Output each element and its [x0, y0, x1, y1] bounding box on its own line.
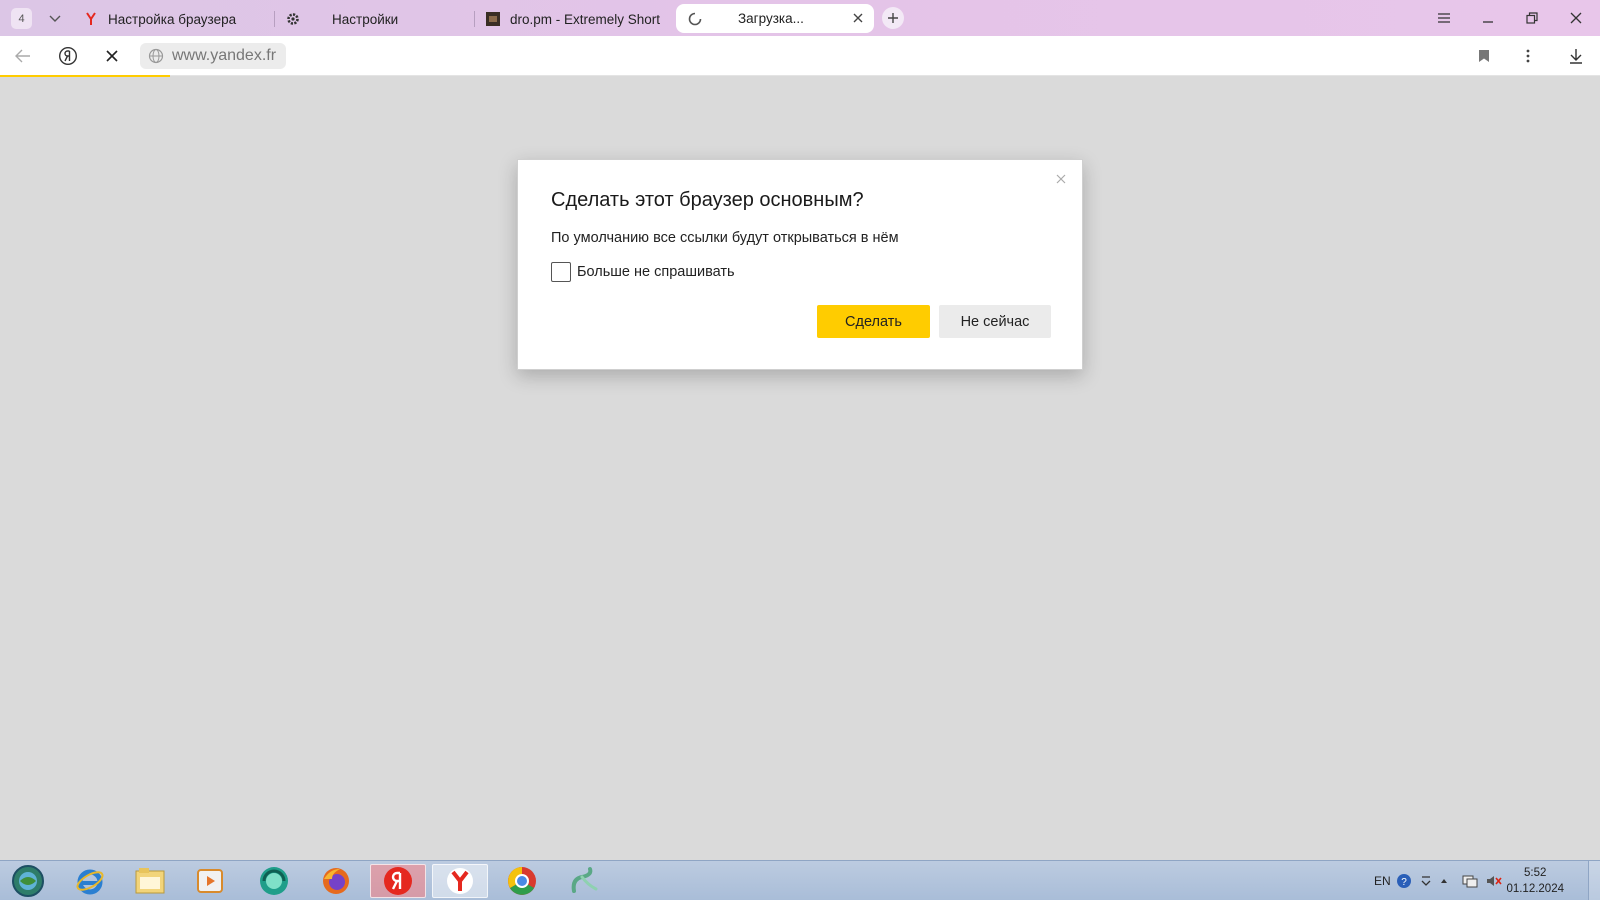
- close-tab-icon[interactable]: [850, 10, 866, 26]
- clock-time: 5:52: [1524, 867, 1547, 879]
- not-now-button[interactable]: Не сейчас: [939, 305, 1051, 338]
- network-icon[interactable]: [1462, 861, 1478, 900]
- gear-icon: [286, 12, 300, 26]
- tab-dro-pm[interactable]: dro.pm - Extremely Short: [486, 5, 664, 33]
- make-default-button[interactable]: Сделать: [817, 305, 930, 338]
- url-text: www.yandex.fr: [172, 47, 277, 64]
- start-orb-icon[interactable]: [0, 864, 56, 898]
- media-player-icon[interactable]: [182, 864, 238, 898]
- globe-icon: [148, 48, 164, 64]
- downloads-icon[interactable]: [1564, 44, 1588, 68]
- yandex-browser-icon[interactable]: [432, 864, 488, 898]
- close-window-icon[interactable]: [1564, 6, 1588, 30]
- tab-separator: [274, 11, 275, 27]
- browser-menu-icon[interactable]: [1432, 6, 1456, 30]
- tray-sync-icon[interactable]: [1420, 861, 1432, 900]
- new-tab-plus-icon[interactable]: [882, 7, 904, 29]
- show-desktop-button[interactable]: [1588, 861, 1600, 900]
- clock-date: 01.12.2024: [1506, 883, 1564, 895]
- minimize-icon[interactable]: [1476, 6, 1500, 30]
- stop-loading-icon[interactable]: [100, 44, 124, 68]
- yandex-logo-icon[interactable]: [56, 44, 80, 68]
- language-indicator[interactable]: EN: [1374, 861, 1391, 900]
- green-app-icon[interactable]: [246, 864, 302, 898]
- yandex-y-icon: [84, 12, 98, 26]
- tray-expand-icon[interactable]: [1440, 861, 1448, 900]
- dont-ask-again-option[interactable]: Больше не спрашивать: [551, 262, 735, 282]
- url-field[interactable]: www.yandex.fr: [140, 43, 287, 69]
- system-clock[interactable]: 5:52 01.12.2024: [1506, 865, 1564, 897]
- dro-pm-favicon: [486, 12, 500, 26]
- address-toolbar: www.yandex.fr: [0, 36, 1600, 76]
- dialog-close-icon[interactable]: [1054, 172, 1068, 186]
- back-arrow-icon[interactable]: [11, 44, 35, 68]
- tab-separator: [474, 11, 475, 27]
- help-icon[interactable]: ?: [1396, 861, 1412, 900]
- loading-spinner-icon: [688, 12, 702, 26]
- page-loading-progress: [0, 75, 170, 77]
- volume-muted-icon[interactable]: [1486, 861, 1502, 900]
- file-explorer-icon[interactable]: [122, 864, 178, 898]
- tab-list-chevron-icon[interactable]: [44, 8, 66, 29]
- tab-count-badge[interactable]: 4: [11, 8, 32, 29]
- more-options-icon[interactable]: [1516, 44, 1540, 68]
- chrome-like-icon[interactable]: [494, 864, 550, 898]
- default-browser-dialog: Сделать этот браузер основным? По умолча…: [517, 159, 1083, 370]
- firefox-icon[interactable]: [308, 864, 364, 898]
- tab-label: Загрузка...: [738, 11, 804, 26]
- tab-browser-setup[interactable]: Настройка браузера: [84, 5, 274, 33]
- tab-label: dro.pm - Extremely Short: [510, 11, 661, 27]
- bookmark-icon[interactable]: [1472, 44, 1496, 68]
- tab-strip: 4 Настройка браузера Настройки dro.pm - …: [0, 0, 1600, 36]
- tab-loading[interactable]: Загрузка...: [676, 4, 874, 33]
- tab-label: Настройка браузера: [108, 11, 237, 27]
- tab-label: Настройки: [332, 11, 399, 27]
- dialog-description: По умолчанию все ссылки будут открыватьс…: [551, 230, 899, 246]
- svg-text:?: ?: [1401, 877, 1407, 888]
- dont-ask-again-label: Больше не спрашивать: [577, 264, 735, 280]
- tab-settings[interactable]: Настройки: [286, 5, 474, 33]
- internet-explorer-icon[interactable]: [62, 864, 118, 898]
- snake-app-icon[interactable]: [556, 864, 612, 898]
- taskbar: EN ? 5:52 01.12.2024: [0, 860, 1600, 900]
- dont-ask-again-checkbox[interactable]: [551, 262, 571, 282]
- yandex-old-browser-icon[interactable]: [370, 864, 426, 898]
- restore-icon[interactable]: [1520, 6, 1544, 30]
- dialog-title: Сделать этот браузер основным?: [551, 189, 864, 211]
